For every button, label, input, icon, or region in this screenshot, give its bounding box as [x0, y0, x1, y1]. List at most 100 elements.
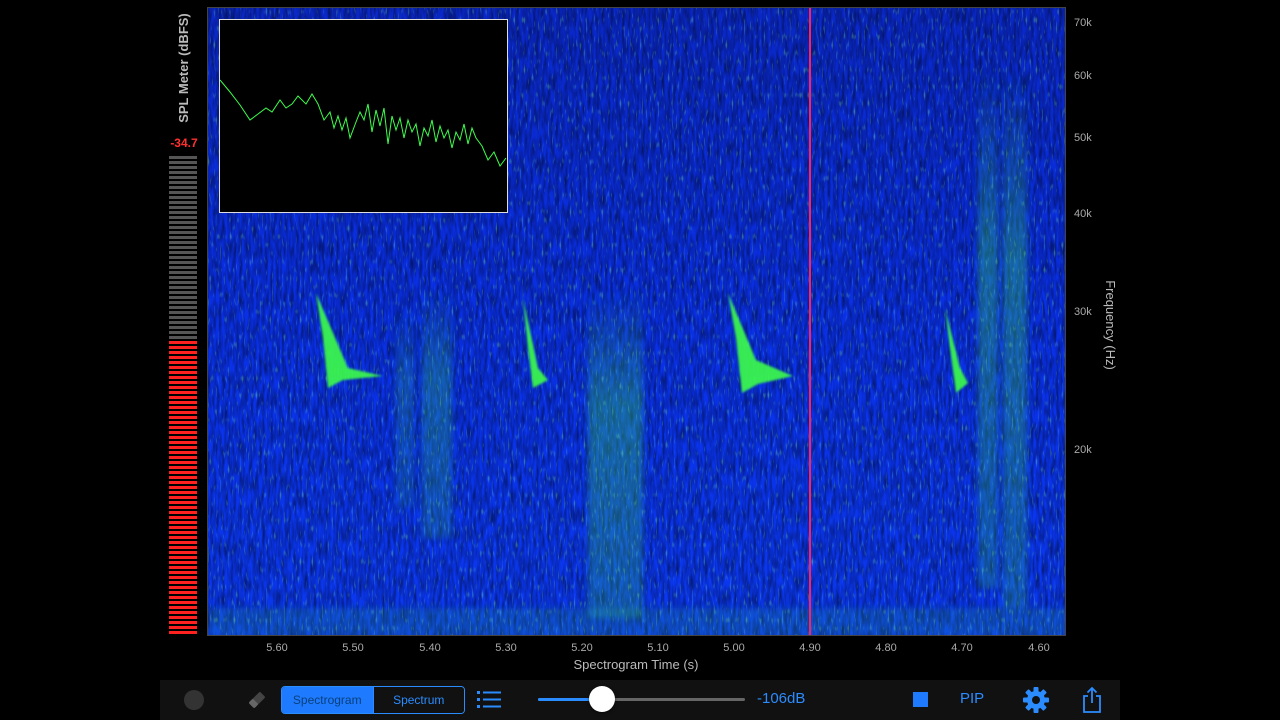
spl-meter-segment — [169, 451, 197, 454]
spl-meter-segment — [169, 371, 197, 374]
spl-meter-segment — [169, 366, 197, 369]
spl-meter-segment — [169, 196, 197, 199]
x-tick: 4.60 — [1028, 642, 1050, 654]
spl-meter-segment — [169, 206, 197, 209]
spl-meter-segment — [169, 241, 197, 244]
spl-meter-segment — [169, 546, 197, 549]
spl-meter-segment — [169, 621, 197, 624]
x-tick: 5.10 — [647, 642, 669, 654]
spl-meter-segment — [169, 281, 197, 284]
spl-meter-segment — [169, 251, 197, 254]
spl-meter-segment — [169, 176, 197, 179]
gain-slider-thumb[interactable] — [589, 686, 616, 712]
y-tick-50k: 50k — [1074, 132, 1092, 144]
spl-meter-segment — [169, 346, 197, 349]
spl-meter-segment — [169, 531, 197, 534]
spl-meter-segment — [169, 221, 197, 224]
spl-meter-segment — [169, 511, 197, 514]
spl-meter-segment — [169, 231, 197, 234]
spl-meter-segment — [169, 261, 197, 264]
spl-meter-segment — [169, 536, 197, 539]
spl-meter-segment — [169, 336, 197, 339]
stop-icon[interactable] — [913, 692, 928, 707]
spl-meter-segment — [169, 361, 197, 364]
spl-meter-segment — [169, 476, 197, 479]
share-icon[interactable] — [1081, 686, 1103, 714]
pip-button[interactable]: PIP — [960, 690, 984, 707]
record-icon[interactable] — [184, 690, 204, 710]
spl-meter-segment — [169, 186, 197, 189]
spl-meter-segment — [169, 161, 197, 164]
eraser-icon[interactable] — [246, 689, 268, 711]
y-tick-20k: 20k — [1074, 444, 1092, 456]
spl-meter-segment — [169, 456, 197, 459]
spl-meter-segment — [169, 486, 197, 489]
spl-meter-segment — [169, 341, 197, 344]
spl-meter-segment — [169, 246, 197, 249]
x-tick: 5.20 — [571, 642, 593, 654]
spl-meter-segment — [169, 441, 197, 444]
list-icon[interactable] — [477, 689, 501, 711]
mode-segmented-control: Spectrogram Spectrum — [281, 686, 465, 714]
spl-meter-segment — [169, 606, 197, 609]
spl-meter-segment — [169, 406, 197, 409]
spl-meter-segment — [169, 386, 197, 389]
spl-meter-segment — [169, 516, 197, 519]
spl-meter-segment — [169, 526, 197, 529]
spl-meter-segment — [169, 466, 197, 469]
x-tick: 5.00 — [723, 642, 745, 654]
spl-meter-bars — [169, 156, 197, 636]
spl-meter-segment — [169, 411, 197, 414]
spl-meter-segment — [169, 496, 197, 499]
y-tick-40k: 40k — [1074, 208, 1092, 220]
spl-meter-segment — [169, 211, 197, 214]
spl-meter-segment — [169, 166, 197, 169]
x-tick: 4.70 — [951, 642, 973, 654]
spl-meter-segment — [169, 156, 197, 159]
spl-meter-segment — [169, 181, 197, 184]
spl-meter-segment — [169, 436, 197, 439]
spl-meter-segment — [169, 421, 197, 424]
spl-meter-segment — [169, 521, 197, 524]
spl-meter-segment — [169, 326, 197, 329]
x-axis-label: Spectrogram Time (s) — [573, 657, 699, 672]
spl-meter-segment — [169, 401, 197, 404]
spl-meter-segment — [169, 291, 197, 294]
spl-meter-segment — [169, 191, 197, 194]
spl-meter-segment — [169, 396, 197, 399]
spl-meter-segment — [169, 631, 197, 634]
spl-meter-title: SPL Meter (dBFS) — [176, 13, 191, 123]
spl-meter-segment — [169, 286, 197, 289]
spl-meter-segment — [169, 331, 197, 334]
spl-meter-segment — [169, 226, 197, 229]
spl-meter-segment — [169, 611, 197, 614]
spl-meter-segment — [169, 321, 197, 324]
spl-meter-segment — [169, 446, 197, 449]
tab-spectrum[interactable]: Spectrum — [372, 687, 464, 713]
spl-meter-segment — [169, 556, 197, 559]
gain-value-label: -106dB — [757, 690, 806, 707]
spl-meter-segment — [169, 581, 197, 584]
spl-meter-segment — [169, 201, 197, 204]
gear-icon[interactable] — [1022, 686, 1050, 714]
spl-meter-segment — [169, 591, 197, 594]
spl-meter-segment — [169, 551, 197, 554]
spl-meter-segment — [169, 576, 197, 579]
spl-meter-segment — [169, 586, 197, 589]
y-tick-70k: 70k — [1074, 17, 1092, 29]
inset-spectrum-panel — [219, 19, 508, 213]
x-tick: 4.90 — [799, 642, 821, 654]
spl-meter-segment — [169, 316, 197, 319]
spl-meter-segment — [169, 501, 197, 504]
spl-meter-segment — [169, 306, 197, 309]
tab-spectrogram[interactable]: Spectrogram — [282, 687, 373, 713]
spl-meter-segment — [169, 276, 197, 279]
spl-meter-segment — [169, 266, 197, 269]
spectrum-line — [219, 79, 507, 167]
spl-meter-segment — [169, 256, 197, 259]
spl-meter-segment — [169, 431, 197, 434]
spl-meter-segment — [169, 311, 197, 314]
x-tick: 5.40 — [419, 642, 441, 654]
spl-meter-segment — [169, 381, 197, 384]
spl-meter-segment — [169, 351, 197, 354]
